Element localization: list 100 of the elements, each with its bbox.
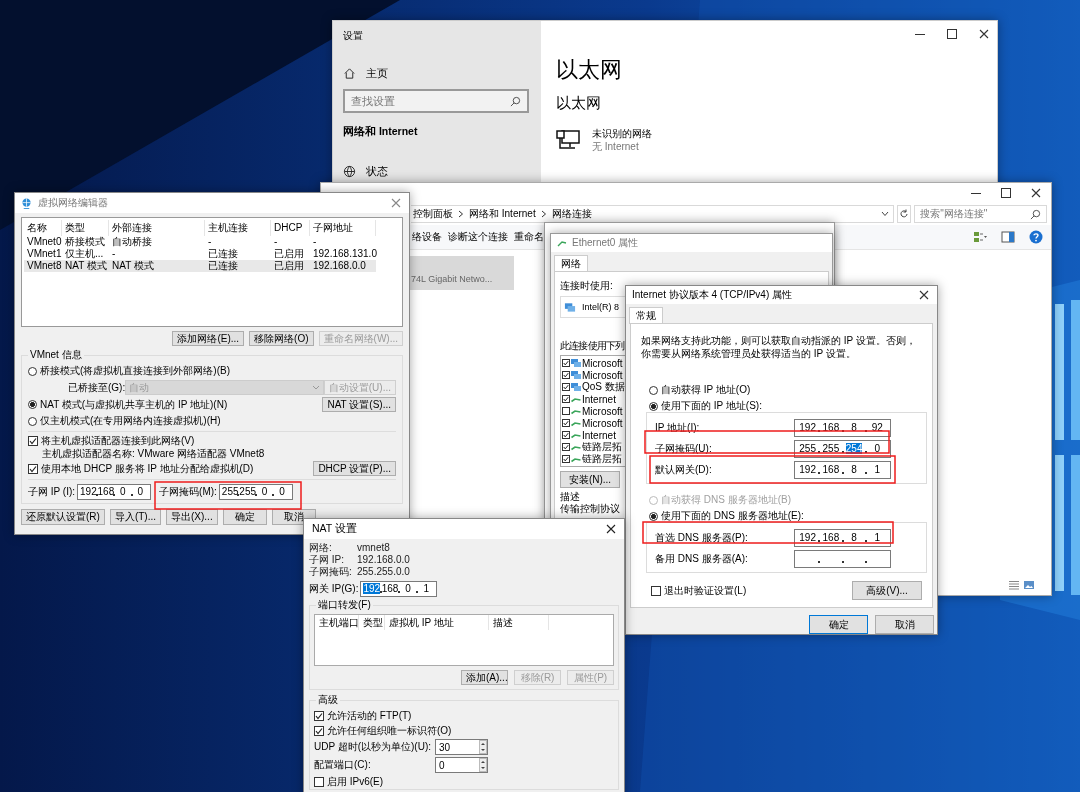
- table-cell-text: 已启用: [273, 248, 305, 260]
- list-item[interactable]: 链路层拓: [562, 441, 622, 453]
- maximize-icon[interactable]: [1001, 188, 1011, 198]
- toolbar-button[interactable]: 络设备: [412, 230, 442, 244]
- radio-button[interactable]: 自动获得 IP 地址(O): [649, 382, 923, 398]
- close-icon[interactable]: [919, 290, 929, 300]
- list-item[interactable]: Microsoft: [562, 357, 623, 369]
- field-label: 子网掩码(M):: [159, 486, 217, 498]
- checkbox[interactable]: [562, 419, 570, 427]
- nav-item[interactable]: 状态: [343, 163, 541, 179]
- toolbar-button[interactable]: 诊断这个连接: [448, 230, 508, 244]
- large-icons-view-icon[interactable]: [1023, 580, 1035, 590]
- radio-button[interactable]: 使用下面的 IP 地址(S):: [649, 398, 923, 414]
- field-label: 此连接使用下列: [560, 340, 625, 352]
- close-icon[interactable]: [979, 29, 989, 39]
- radio-button[interactable]: NAT 模式(与虚拟机共享主机的 IP 地址)(N): [28, 397, 228, 412]
- spinner-arrows-icon[interactable]: [479, 740, 488, 754]
- checkbox[interactable]: [562, 371, 570, 379]
- ip-address-field[interactable]: [794, 549, 891, 568]
- view-options-icon[interactable]: [973, 230, 987, 244]
- install-button[interactable]: 安装(N)...: [560, 471, 620, 488]
- table-row[interactable]: VMnet8 NAT 模式 NAT 模式 已连接 已启用 192.168.0.0: [24, 260, 376, 272]
- column-header[interactable]: 主机连接: [205, 220, 271, 236]
- table-cell-text: 已连接: [207, 248, 239, 260]
- refresh-icon[interactable]: [899, 209, 910, 219]
- spinner-arrows-icon[interactable]: [479, 758, 488, 772]
- radio-button[interactable]: 使用下面的 DNS 服务器地址(E):: [649, 508, 923, 524]
- checkbox[interactable]: 启用 IPv6(E): [314, 774, 614, 789]
- checkbox[interactable]: [562, 455, 570, 463]
- list-item[interactable]: Microsoft: [562, 417, 623, 429]
- search-icon[interactable]: [1030, 208, 1041, 220]
- checkbox[interactable]: 退出时验证设置(L): [651, 583, 747, 598]
- list-item[interactable]: 链路层拓: [562, 453, 622, 465]
- table-row[interactable]: VMnet1 仅主机... - 已连接 已启用 192.168.131.0: [24, 248, 376, 260]
- column-header[interactable]: 类型: [62, 220, 109, 236]
- close-icon[interactable]: [1031, 188, 1041, 198]
- table-cell-text: -: [312, 236, 318, 248]
- breadcrumb-link[interactable]: 网络连接: [551, 207, 592, 221]
- column-header[interactable]: 子网地址: [310, 220, 376, 236]
- list-item[interactable]: Microsoft: [562, 369, 623, 381]
- maximize-icon[interactable]: [947, 29, 957, 39]
- checkbox[interactable]: 允许活动的 FTP(T): [314, 708, 614, 723]
- close-icon[interactable]: [606, 524, 616, 534]
- column-header[interactable]: 虚拟机 IP 地址: [385, 615, 489, 630]
- adapter-tile[interactable]: 74L Gigabit Netwo...: [410, 256, 514, 290]
- network-name: 未识别的网络: [592, 127, 652, 140]
- refresh-button[interactable]: [897, 205, 912, 223]
- list-item[interactable]: Microsoft: [562, 405, 623, 417]
- details-view-icon[interactable]: [1008, 580, 1020, 590]
- radio-button[interactable]: 仅主机模式(在专用网络内连接虚拟机)(H): [28, 414, 221, 428]
- info-value: 192.168.0.0: [357, 554, 411, 566]
- help-icon[interactable]: [1029, 230, 1043, 244]
- breadcrumb-link[interactable]: 网络和 Internet: [469, 207, 536, 221]
- toolbar-button[interactable]: 重命名: [514, 230, 544, 244]
- checkbox[interactable]: [562, 407, 570, 415]
- ip-address-field[interactable]: 192168 0 1: [360, 580, 438, 597]
- column-header[interactable]: 主机端口: [315, 615, 359, 630]
- dialog-button[interactable]: 取消: [875, 615, 934, 634]
- search-field[interactable]: 搜索"网络连接": [914, 205, 1047, 223]
- search-icon[interactable]: [510, 95, 521, 107]
- dialog-button[interactable]: 还原默认设置(R): [21, 509, 105, 525]
- ip-address-field[interactable]: 255255 0 0: [218, 484, 293, 500]
- radio-button[interactable]: 桥接模式(将虚拟机直接连接到外部网络)(B): [28, 364, 230, 378]
- number-spinner[interactable]: 30: [435, 739, 489, 755]
- table-action-button[interactable]: 添加网络(E)...: [172, 331, 245, 346]
- field-label: 首选 DNS 服务器(P):: [655, 531, 748, 544]
- nav-item[interactable]: 主页: [343, 65, 541, 81]
- checkbox[interactable]: [562, 443, 570, 451]
- column-header[interactable]: 名称: [24, 220, 62, 236]
- dialog-button[interactable]: 确定: [809, 615, 868, 634]
- dhcp-settings-button[interactable]: DHCP 设置(P)...: [313, 461, 396, 476]
- list-item[interactable]: QoS 数据: [562, 381, 625, 393]
- table-action-button[interactable]: 移除网络(O): [249, 331, 314, 346]
- list-item[interactable]: Internet: [562, 393, 616, 405]
- checkbox[interactable]: 允许任何组织唯一标识符(O): [314, 723, 614, 738]
- column-header[interactable]: 类型: [359, 615, 385, 630]
- search-field[interactable]: 查找设置: [343, 89, 529, 113]
- caret-icon[interactable]: [881, 211, 890, 217]
- breadcrumb-link[interactable]: 控制面板: [413, 207, 453, 221]
- advanced-button[interactable]: 高级(V)...: [852, 581, 922, 600]
- column-header[interactable]: DHCP: [271, 220, 310, 236]
- preview-pane-icon[interactable]: [1001, 230, 1015, 244]
- checkbox[interactable]: [562, 383, 570, 391]
- table-action-button[interactable]: 添加(A)...: [461, 670, 508, 685]
- checkbox[interactable]: 将主机虚拟适配器连接到此网络(V): [28, 434, 195, 448]
- column-header[interactable]: 外部连接: [109, 220, 205, 236]
- page-title: 以太网: [556, 57, 623, 83]
- ip-address-field[interactable]: 192 168 8 1: [794, 460, 891, 479]
- checkbox[interactable]: 使用本地 DHCP 服务将 IP 地址分配给虚拟机(D): [28, 461, 254, 476]
- ip-address-field[interactable]: 192168 0 0: [77, 484, 152, 500]
- list-item[interactable]: Internet: [562, 429, 616, 441]
- column-header[interactable]: 描述: [489, 615, 549, 630]
- field-label: 子网掩码(U):: [655, 442, 712, 455]
- dialog-button[interactable]: 导入(T)...: [109, 509, 161, 525]
- checkbox[interactable]: [562, 359, 570, 367]
- table-row[interactable]: VMnet0 桥接模式 自动桥接 - - -: [24, 236, 376, 248]
- checkbox[interactable]: [562, 395, 570, 403]
- nat-settings-button[interactable]: NAT 设置(S)...: [322, 397, 396, 412]
- checkbox[interactable]: [562, 431, 570, 439]
- number-spinner[interactable]: 0: [435, 757, 489, 773]
